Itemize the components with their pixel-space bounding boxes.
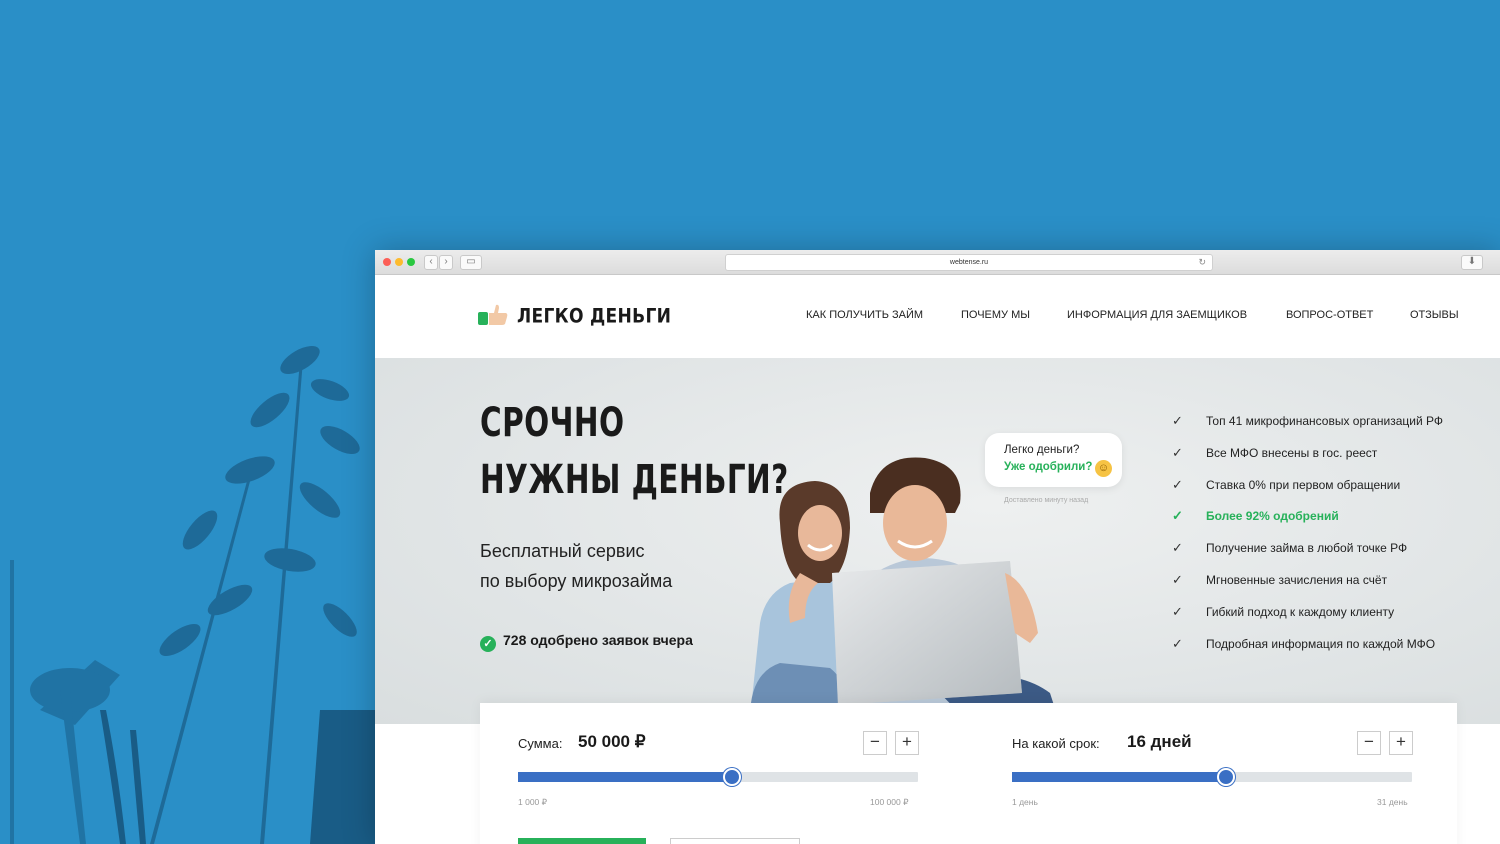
sidebar-icon[interactable]: ▭ [460,255,482,270]
feature-item: ✓ Мгновенные зачисления на счёт [1172,569,1443,601]
feature-item: ✓ Ставка 0% при первом обращении [1172,474,1443,506]
check-icon: ✓ [1172,540,1183,556]
bubble-answer: Уже одобрили? [1004,461,1093,473]
site-header: ЛЕГКО ДЕНЬГИ КАК ПОЛУЧИТЬ ЗАЙМ ПОЧЕМУ МЫ… [375,275,1500,358]
approved-count: ✓ 728 одобрено заявок вчера [480,632,693,652]
term-slider-fill [1012,772,1226,782]
close-window-button[interactable] [383,258,391,266]
url-text: webtense.ru [949,259,989,266]
nav-how-to-get-loan[interactable]: КАК ПОЛУЧИТЬ ЗАЙМ [806,309,923,321]
check-icon: ✓ [1172,571,1183,587]
features-list: ✓ Топ 41 микрофинансовых организаций РФ ✓… [1172,410,1443,664]
feature-item-highlight: ✓ Более 92% одобрений [1172,505,1443,537]
amount-decrease-button[interactable]: − [863,731,887,755]
amount-max-label: 100 000 ₽ [870,797,909,807]
smile-emoji-icon: ☺ [1095,460,1112,477]
hero-section: СРОЧНО НУЖНЫ ДЕНЬГИ? Бесплатный сервис п… [375,358,1500,724]
minimize-window-button[interactable] [395,258,403,266]
maximize-window-button[interactable] [407,258,415,266]
check-icon: ✓ [1172,413,1183,428]
amount-slider[interactable] [518,768,918,786]
forward-icon[interactable]: › [439,255,453,270]
feature-item: ✓ Топ 41 микрофинансовых организаций РФ [1172,410,1443,442]
browser-window: ‹ › ▭ webtense.ru ↻ ⬇ ЛЕГКО ДЕНЬГИ КАК П… [375,250,1500,844]
primary-action-button[interactable] [518,838,646,844]
amount-slider-fill [518,772,732,782]
feature-item: ✓ Гибкий подход к каждому клиенту [1172,601,1443,633]
nav-faq[interactable]: ВОПРОС-ОТВЕТ [1286,309,1373,321]
term-max-label: 31 день [1377,797,1408,807]
amount-slider-handle[interactable] [723,768,741,786]
amount-label: Сумма: [518,736,563,751]
background-plants-image [10,346,380,844]
amount-min-label: 1 000 ₽ [518,797,548,807]
bubble-question: Легко деньги? [1004,444,1080,456]
approved-text: 728 одобрено заявок вчера [503,632,693,648]
hero-subtitle-line1: Бесплатный сервис [480,541,645,561]
hero-title-line1: СРОЧНО [480,400,625,446]
check-icon: ✓ [1172,444,1183,460]
logo-text[interactable]: ЛЕГКО ДЕНЬГИ [517,304,671,327]
feature-item: ✓ Подробная информация по каждой МФО [1172,633,1443,665]
term-slider[interactable] [1012,768,1412,786]
term-label: На какой срок: [1012,736,1100,751]
term-increase-button[interactable]: + [1389,731,1413,755]
amount-increase-button[interactable]: + [895,731,919,755]
check-icon: ✓ [1172,603,1183,619]
amount-value: 50 000 ₽ [578,732,646,751]
term-value: 16 дней [1127,732,1192,751]
term-min-label: 1 день [1012,797,1038,807]
feature-item: ✓ Все МФО внесены в гос. реест [1172,442,1443,474]
nav-borrower-info[interactable]: ИНФОРМАЦИЯ ДЛЯ ЗАЕМЩИКОВ [1067,309,1247,321]
check-icon: ✓ [1172,508,1183,524]
address-bar[interactable]: webtense.ru ↻ [725,254,1213,271]
hero-subtitle-line2: по выбору микрозайма [480,571,673,591]
downloads-icon[interactable]: ⬇ [1461,255,1483,270]
nav-reviews[interactable]: ОТЗЫВЫ [1410,309,1459,321]
secondary-action-button[interactable] [670,838,800,844]
back-icon[interactable]: ‹ [424,255,438,270]
term-decrease-button[interactable]: − [1357,731,1381,755]
loan-calculator: Сумма: 50 000 ₽ − + 1 000 ₽ 100 000 ₽ На… [480,703,1457,844]
reload-icon[interactable]: ↻ [1198,255,1206,270]
check-icon: ✓ [1172,635,1183,651]
bubble-delivered-status: Доставлено минуту назад [1004,497,1089,504]
thumbs-up-logo-icon [478,304,508,325]
check-circle-icon: ✓ [480,636,496,652]
browser-toolbar: ‹ › ▭ webtense.ru ↻ ⬇ [375,250,1500,275]
term-slider-handle[interactable] [1217,768,1235,786]
feature-item: ✓ Получение займа в любой точке РФ [1172,537,1443,569]
check-icon: ✓ [1172,476,1183,492]
nav-why-us[interactable]: ПОЧЕМУ МЫ [961,309,1030,321]
chat-bubble: Легко деньги? Уже одобрили? ☺ [985,433,1122,487]
